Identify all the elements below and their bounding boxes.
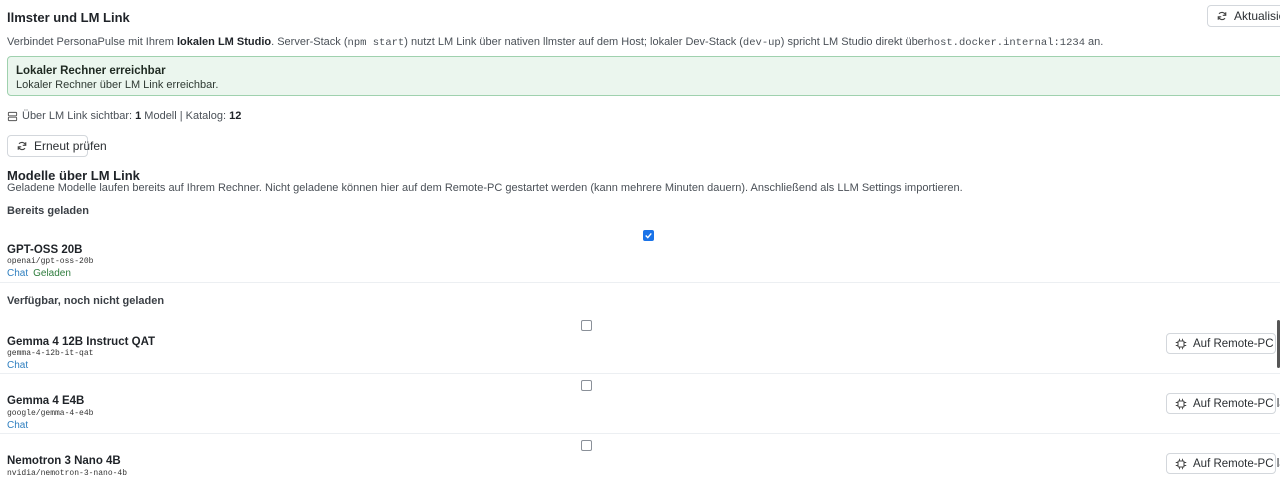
model-name: Nemotron 3 Nano 4B bbox=[7, 455, 121, 467]
alert-text: Lokaler Rechner über LM Link erreichbar. bbox=[16, 79, 219, 91]
available-group-label: Verfügbar, noch nicht geladen bbox=[7, 295, 165, 307]
chip-icon bbox=[1175, 458, 1187, 469]
description-text: . Server-Stack ( bbox=[271, 36, 348, 48]
visibility-summary: Über LM Link sichtbar: 1 Modell | Katalo… bbox=[7, 110, 241, 122]
recheck-button[interactable]: Erneut prüfen bbox=[7, 135, 107, 157]
model-id: openai/gpt-oss-20b bbox=[7, 257, 94, 266]
load-button-label: Auf Remote-PC laden bbox=[1193, 457, 1280, 470]
model-name: GPT-OSS 20B bbox=[7, 244, 83, 256]
description-text: ) nutzt LM Link über nativen llmster auf… bbox=[404, 36, 743, 48]
models-section-title: Modelle über LM Link bbox=[7, 168, 140, 183]
model-name: Gemma 4 12B Instruct QAT bbox=[7, 336, 156, 348]
description-bold: lokalen LM Studio bbox=[176, 36, 272, 48]
server-icon bbox=[7, 111, 18, 121]
description-code: dev-up bbox=[742, 37, 781, 49]
model-checkbox[interactable] bbox=[581, 440, 592, 451]
model-id: gemma-4-12b-it-qat bbox=[7, 349, 94, 358]
model-row: GPT-OSS 20B openai/gpt-oss-20b Chat Gela… bbox=[0, 224, 1280, 283]
description-code: host.docker.internal:1234 bbox=[927, 37, 1085, 49]
description-text: ) spricht LM Studio direkt über bbox=[780, 36, 928, 48]
chat-tag: Chat bbox=[7, 268, 29, 279]
refresh-button-label: Aktualisieren bbox=[1234, 9, 1280, 23]
chip-icon bbox=[1175, 338, 1187, 349]
catalog-count: 12 bbox=[229, 110, 242, 122]
refresh-button[interactable]: Aktualisieren bbox=[1207, 5, 1280, 27]
model-row: Gemma 4 E4B google/gemma-4-e4b Chat Auf … bbox=[0, 374, 1280, 434]
chat-tag: Chat bbox=[7, 420, 29, 431]
visibility-mid: Modell | Katalog: bbox=[141, 110, 230, 122]
chip-icon bbox=[1175, 398, 1187, 409]
models-section-description: Geladene Modelle laufen bereits auf Ihre… bbox=[7, 182, 963, 194]
load-on-remote-button[interactable]: Auf Remote-PC laden bbox=[1166, 393, 1280, 414]
load-button-label: Auf Remote-PC laden bbox=[1193, 337, 1280, 350]
chat-tag: Chat bbox=[7, 360, 29, 371]
description-text: Verbindet PersonaPulse mit Ihrem bbox=[7, 36, 177, 48]
model-name: Gemma 4 E4B bbox=[7, 395, 85, 407]
model-checkbox[interactable] bbox=[581, 380, 592, 391]
refresh-icon bbox=[1217, 11, 1227, 21]
model-checkbox[interactable] bbox=[581, 320, 592, 331]
loaded-tag: Geladen bbox=[33, 268, 71, 279]
loaded-group-label: Bereits geladen bbox=[7, 205, 89, 217]
refresh-icon bbox=[17, 141, 27, 151]
page-description: Verbindet PersonaPulse mit Ihrem lokalen… bbox=[7, 36, 1103, 49]
model-id: google/gemma-4-e4b bbox=[7, 409, 94, 418]
model-id: nvidia/nemotron-3-nano-4b bbox=[7, 469, 128, 478]
model-row: Gemma 4 12B Instruct QAT gemma-4-12b-it-… bbox=[0, 314, 1280, 374]
description-text: an. bbox=[1085, 36, 1104, 48]
recheck-button-label: Erneut prüfen bbox=[34, 139, 107, 153]
load-on-remote-button[interactable]: Auf Remote-PC laden bbox=[1166, 333, 1280, 354]
description-code: npm start bbox=[347, 37, 405, 49]
model-checkbox[interactable] bbox=[643, 230, 654, 241]
alert-title: Lokaler Rechner erreichbar bbox=[16, 65, 166, 77]
load-button-label: Auf Remote-PC laden bbox=[1193, 397, 1280, 410]
page-title: llmster und LM Link bbox=[7, 10, 130, 25]
visibility-prefix: Über LM Link sichtbar: bbox=[22, 110, 136, 122]
model-row: Nemotron 3 Nano 4B nvidia/nemotron-3-nan… bbox=[0, 434, 1280, 478]
load-on-remote-button[interactable]: Auf Remote-PC laden bbox=[1166, 453, 1280, 474]
status-alert: Lokaler Rechner erreichbar Lokaler Rechn… bbox=[7, 56, 1280, 96]
